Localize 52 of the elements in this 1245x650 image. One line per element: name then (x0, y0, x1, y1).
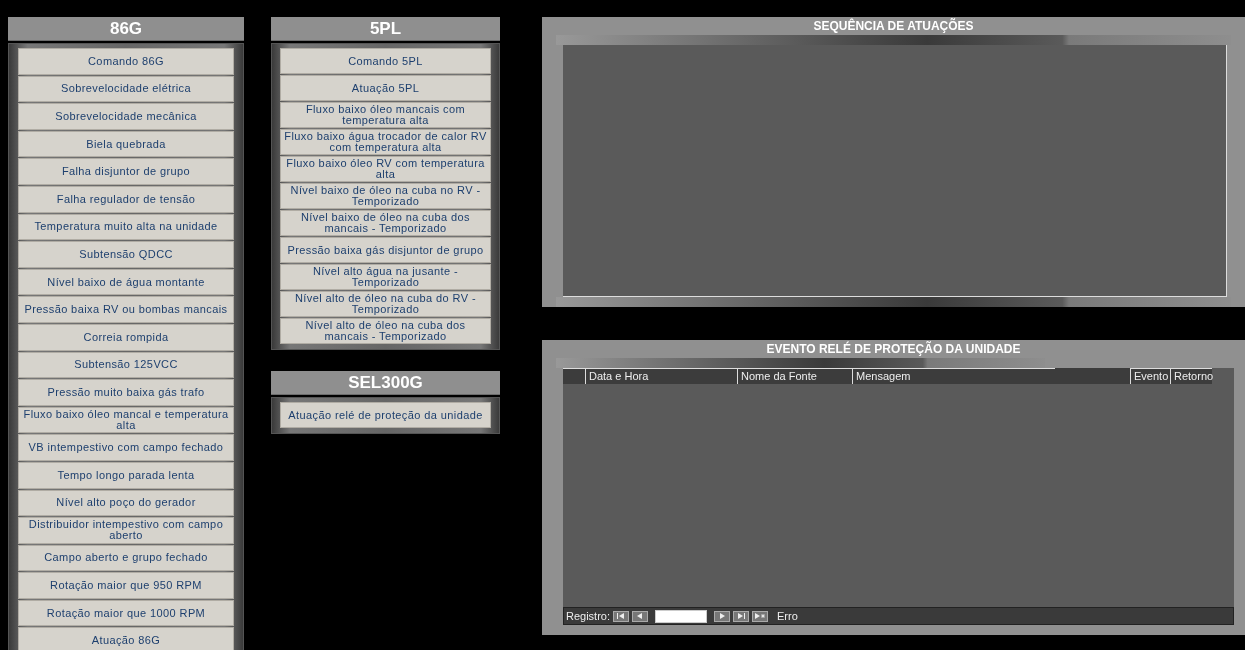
command-button[interactable]: Atuação 86G (18, 627, 234, 650)
command-button[interactable]: Pressão baixa RV ou bombas mancais (18, 296, 234, 323)
command-button[interactable]: Subtensão 125VCC (18, 351, 234, 379)
command-button[interactable]: Distribuidor intempestivo com campo aberto (18, 517, 234, 544)
command-button[interactable]: Atuação 5PL (280, 75, 491, 101)
command-button[interactable]: Pressão muito baixa gás trafo (18, 379, 234, 406)
panel-title: EVENTO RELÉ DE PROTEÇÃO DA UNIDADE (765, 340, 1022, 358)
column-header: Data e Hora (585, 368, 737, 384)
first-record-icon[interactable] (613, 610, 630, 622)
command-button[interactable]: Nível baixo de óleo na cuba dos mancais - Temporizado (280, 210, 491, 236)
command-button[interactable]: Nível alto de óleo na cuba do RV - Temporizado (280, 291, 491, 317)
command-button[interactable]: Biela quebrada (18, 130, 234, 158)
column-header: Retorno (1170, 368, 1212, 384)
column-header: Evento (1130, 368, 1170, 384)
previous-record-icon[interactable] (632, 610, 649, 622)
command-button[interactable]: Subtensão QDCC (18, 241, 234, 268)
panel-header: 86G (8, 17, 244, 41)
new-record-icon[interactable] (752, 610, 769, 622)
record-field[interactable] (655, 609, 708, 623)
command-button[interactable]: Rotação maior que 950 RPM (18, 572, 234, 599)
command-button[interactable]: Fluxo baixo óleo mancais com temperatura alta (280, 102, 491, 128)
navigator-status: Erro (777, 610, 798, 622)
command-button[interactable]: Fluxo baixo óleo mancal e temperatura alta (18, 406, 234, 434)
command-button[interactable]: Comando 5PL (280, 48, 491, 74)
command-button[interactable]: Campo aberto e grupo fechado (18, 544, 234, 572)
panel-header: 5PL (271, 17, 500, 41)
command-button[interactable]: Nível alto poço do gerador (18, 489, 234, 517)
command-button[interactable]: Nível baixo de água montante (18, 268, 234, 296)
command-button[interactable]: Sobrevelocidade mecânica (18, 103, 234, 130)
column-header: Mensagem (852, 368, 1055, 384)
command-button[interactable]: Atuação relé de proteção da unidade (280, 402, 491, 428)
last-record-icon[interactable] (733, 610, 750, 622)
command-button[interactable]: Nível alto de óleo na cuba dos mancais - Temporizado (280, 318, 491, 344)
command-button[interactable]: Tempo longo parada lenta (18, 461, 234, 489)
command-button[interactable]: VB intempestivo com campo fechado (18, 434, 234, 461)
command-button[interactable]: Rotação maior que 1000 RPM (18, 599, 234, 627)
command-button[interactable]: Correia rompida (18, 323, 234, 351)
panel-header: SEL300G (271, 371, 500, 395)
command-button[interactable]: Temperatura muito alta na unidade (18, 213, 234, 241)
navigator-label: Registro: (566, 610, 611, 622)
column-header: Nome da Fonte (737, 368, 852, 384)
command-button[interactable]: Fluxo baixo óleo RV com temperatura alta (280, 156, 491, 182)
command-button[interactable]: Falha regulador de tensão (18, 185, 234, 213)
command-button[interactable]: Sobrevelocidade elétrica (18, 75, 234, 103)
command-button[interactable]: Falha disjuntor de grupo (18, 158, 234, 185)
next-record-icon[interactable] (714, 610, 731, 622)
command-button[interactable]: Comando 86G (18, 48, 234, 75)
command-button[interactable]: Nível baixo de óleo na cuba no RV - Temporizado (280, 183, 491, 209)
panel-title: SEQUÊNCIA DE ATUAÇÕES (812, 17, 975, 35)
command-button[interactable]: Pressão baixa gás disjuntor de grupo (280, 237, 491, 263)
command-button[interactable]: Nível alto água na jusante - Temporizado (280, 264, 491, 290)
command-button[interactable]: Fluxo baixo água trocador de calor RV com temperatura alta (280, 129, 491, 155)
